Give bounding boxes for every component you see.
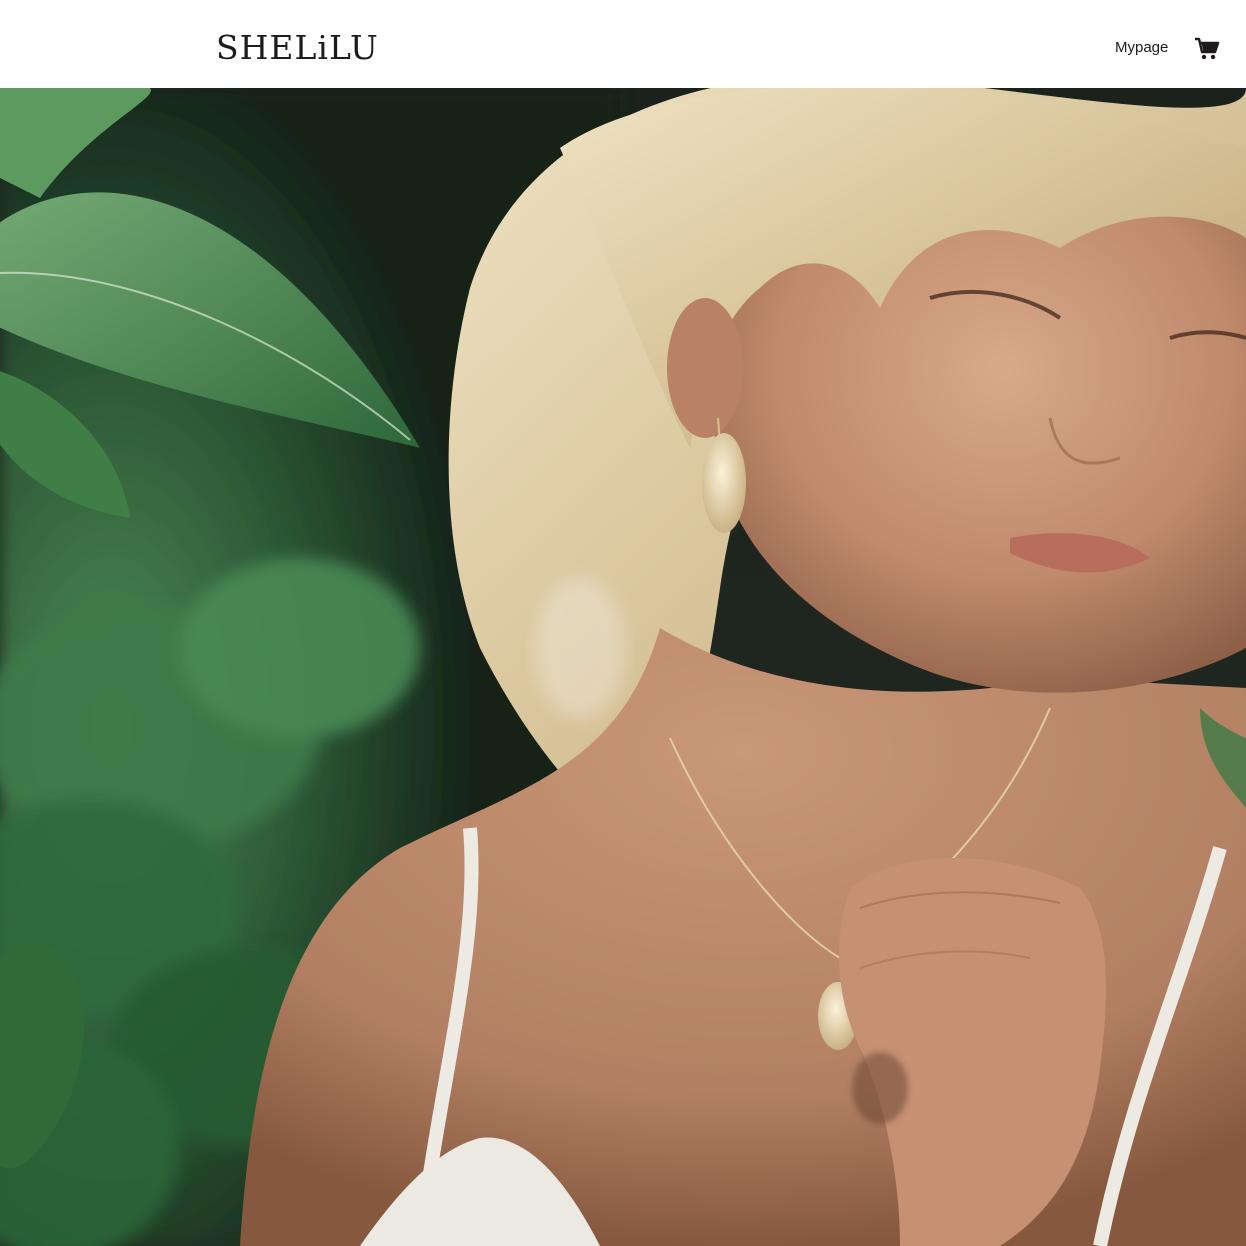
hero-image [0,88,1246,1246]
earring-shell [702,433,746,533]
brand-logo[interactable]: SHELiLU [216,26,379,70]
mypage-link[interactable]: Mypage [1115,38,1168,58]
hero-photo-illustration [0,88,1246,1246]
cart-icon[interactable] [1194,37,1220,61]
page: SHELiLU Mypage [0,0,1246,1246]
site-header: SHELiLU Mypage [0,0,1246,88]
